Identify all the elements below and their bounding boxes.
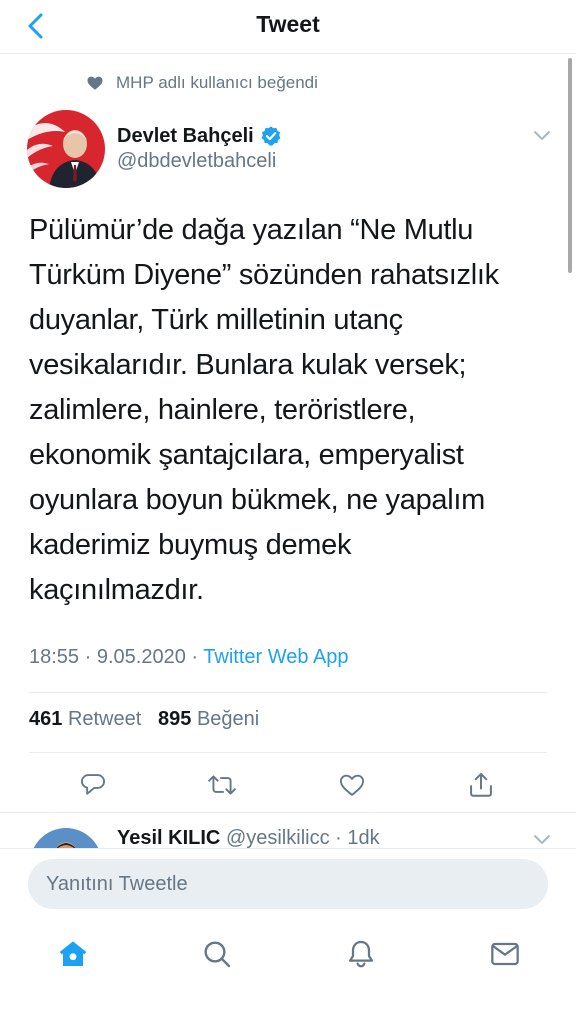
tweet-stats: 461 Retweet 895 Beğeni bbox=[29, 708, 259, 731]
reply-author-row[interactable]: Yesil KILIC @yesilkilicc · 1dk bbox=[117, 827, 380, 850]
heart-icon bbox=[87, 76, 103, 90]
author-name-row[interactable]: Devlet Bahçeli bbox=[117, 122, 282, 150]
social-context-text: MHP adlı kullanıcı beğendi bbox=[116, 73, 318, 92]
reply-time: 1dk bbox=[347, 827, 380, 849]
reply-separator: · bbox=[335, 827, 342, 849]
avatar-image bbox=[27, 110, 105, 188]
author-avatar[interactable] bbox=[27, 110, 105, 188]
home-icon bbox=[59, 941, 87, 966]
likes-label: Beğeni bbox=[196, 708, 260, 730]
tab-notifications[interactable] bbox=[343, 936, 379, 972]
tweet-actions bbox=[0, 760, 576, 810]
tweet-text: Pülümür’de dağa yazılan “Ne Mutlu Türküm… bbox=[29, 214, 499, 606]
author-handle[interactable]: @dbdevletbahceli bbox=[117, 150, 276, 173]
tweet-source-link[interactable]: Twitter Web App bbox=[203, 646, 348, 668]
likes-count: 895 bbox=[158, 708, 192, 730]
share-icon bbox=[470, 772, 492, 797]
messages-icon bbox=[491, 942, 519, 966]
page-title: Tweet bbox=[256, 11, 320, 37]
tweet-time: 18:55 bbox=[29, 646, 80, 668]
likes-stat[interactable]: 895 Beğeni bbox=[158, 708, 259, 730]
verified-icon bbox=[261, 126, 281, 146]
reply-composer-input[interactable]: Yanıtını Tweetle bbox=[28, 859, 548, 909]
retweets-stat[interactable]: 461 Retweet bbox=[29, 708, 147, 730]
author-name: Devlet Bahçeli bbox=[117, 124, 254, 147]
chevron-down-icon bbox=[534, 835, 550, 844]
reply-author-name: Yesil KILIC bbox=[117, 827, 221, 849]
tweet-meta: 18:55 · 9.05.2020 · Twitter Web App bbox=[29, 646, 349, 669]
like-icon bbox=[339, 774, 365, 796]
retweets-label: Retweet bbox=[67, 708, 142, 730]
retweets-count: 461 bbox=[29, 708, 63, 730]
share-button[interactable] bbox=[466, 770, 496, 800]
notifications-icon bbox=[348, 940, 374, 968]
search-icon bbox=[204, 941, 231, 968]
retweet-icon bbox=[208, 775, 236, 795]
retweet-button[interactable] bbox=[207, 770, 237, 800]
tab-messages[interactable] bbox=[487, 936, 523, 972]
tweet-detail-screen: Tweet MHP adlı kullanıcı beğendi Devlet … bbox=[0, 0, 576, 1024]
reply-composer-placeholder: Yanıtını Tweetle bbox=[46, 872, 188, 895]
social-context[interactable]: MHP adlı kullanıcı beğendi bbox=[86, 71, 318, 95]
scrollbar[interactable] bbox=[568, 58, 572, 273]
reply-button[interactable] bbox=[78, 770, 108, 800]
tab-search[interactable] bbox=[199, 936, 235, 972]
tab-home[interactable] bbox=[55, 936, 91, 972]
like-button[interactable] bbox=[337, 770, 367, 800]
chevron-down-icon bbox=[534, 131, 550, 140]
tweet-date: 9.05.2020 bbox=[96, 646, 186, 668]
meta-separator: · bbox=[84, 646, 92, 668]
divider bbox=[0, 812, 576, 813]
divider bbox=[29, 752, 547, 753]
header: Tweet bbox=[0, 0, 576, 54]
divider bbox=[29, 692, 547, 693]
reply-author-handle: @yesilkilicc bbox=[225, 827, 330, 849]
reply-icon bbox=[80, 774, 106, 795]
tweet-options-button[interactable] bbox=[530, 124, 554, 148]
meta-separator: · bbox=[191, 646, 199, 668]
